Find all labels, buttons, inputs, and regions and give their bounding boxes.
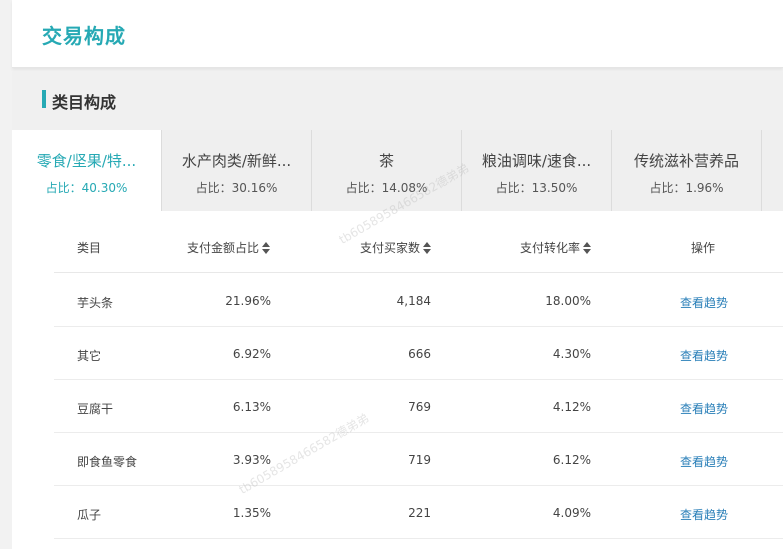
- tab-name: 粮油调味/速食...: [481, 152, 592, 170]
- column-header-label: 支付买家数: [360, 241, 421, 255]
- cell-conversion: 4.30%: [552, 347, 591, 361]
- table-row: 豆腐干 6.13% 769 4.12% 查看趋势: [54, 380, 783, 433]
- column-header-category: 类目: [77, 241, 102, 255]
- column-header-action: 操作: [691, 241, 716, 255]
- column-header-buyers[interactable]: 支付买家数: [360, 239, 432, 256]
- cell-conversion: 18.00%: [545, 294, 591, 308]
- tab-overflow-stub: [762, 130, 783, 211]
- column-header-label: 支付金额占比: [187, 241, 260, 255]
- tab-name: 水产肉类/新鲜...: [181, 152, 292, 170]
- view-trend-link[interactable]: 查看趋势: [680, 400, 728, 417]
- cell-category: 瓜子: [77, 508, 102, 522]
- view-trend-link[interactable]: 查看趋势: [680, 347, 728, 364]
- cell-pay-amount-ratio: 21.96%: [225, 294, 271, 308]
- sort-icon: [583, 242, 592, 254]
- tab-snacks[interactable]: 零食/坚果/特... 占比：40.30%: [12, 130, 162, 212]
- section-header: 类目构成: [12, 72, 783, 130]
- cell-conversion: 4.12%: [552, 400, 591, 414]
- tab-tonic[interactable]: 传统滋补营养品 占比：1.96%: [612, 130, 762, 211]
- table-header: 类目 支付金额占比 支付买家数 支付转化率 操作: [54, 211, 783, 273]
- cell-buyers: 221: [408, 506, 431, 520]
- table-row: 即食鱼零食 3.93% 719 6.12% 查看趋势: [54, 433, 783, 486]
- tab-ratio: 占比：40.30%: [45, 181, 128, 195]
- tab-tea[interactable]: 茶 占比：14.08%: [312, 130, 462, 211]
- sort-icon: [423, 242, 432, 254]
- table-row: 芋头条 21.96% 4,184 18.00% 查看趋势: [54, 274, 783, 327]
- table-row: 瓜子 1.35% 221 4.09% 查看趋势: [54, 486, 783, 539]
- cell-pay-amount-ratio: 3.93%: [232, 453, 271, 467]
- cell-category: 即食鱼零食: [77, 455, 138, 469]
- tab-name: 传统滋补营养品: [633, 152, 739, 170]
- cell-category: 芋头条: [77, 296, 114, 310]
- cell-conversion: 6.12%: [552, 453, 591, 467]
- tab-grain-oil[interactable]: 粮油调味/速食... 占比：13.50%: [462, 130, 612, 211]
- column-header-label: 支付转化率: [520, 241, 581, 255]
- tab-name: 茶: [378, 152, 394, 170]
- tab-ratio: 占比：1.96%: [649, 181, 724, 195]
- cell-buyers: 719: [408, 453, 431, 467]
- view-trend-link[interactable]: 查看趋势: [680, 453, 728, 470]
- tab-ratio: 占比：30.16%: [195, 181, 278, 195]
- category-table: 类目 支付金额占比 支付买家数 支付转化率 操作 芋头条 21.96% 4,18…: [12, 211, 783, 549]
- sort-icon: [262, 242, 271, 254]
- cell-pay-amount-ratio: 6.13%: [232, 400, 271, 414]
- cell-category: 豆腐干: [77, 402, 114, 416]
- tab-ratio: 占比：14.08%: [345, 181, 428, 195]
- view-trend-link[interactable]: 查看趋势: [680, 294, 728, 311]
- category-tabs: 零食/坚果/特... 占比：40.30% 水产肉类/新鲜... 占比：30.16…: [12, 130, 783, 212]
- section-title: 类目构成: [52, 93, 117, 112]
- column-header-pay-amount-ratio[interactable]: 支付金额占比: [187, 239, 271, 256]
- section-accent-bar: [42, 90, 46, 108]
- cell-conversion: 4.09%: [552, 506, 591, 520]
- page-title: 交易构成: [42, 24, 126, 48]
- view-trend-link[interactable]: 查看趋势: [680, 506, 728, 523]
- cell-buyers: 666: [408, 347, 431, 361]
- tab-ratio: 占比：13.50%: [495, 181, 578, 195]
- cell-pay-amount-ratio: 1.35%: [232, 506, 271, 520]
- cell-category: 其它: [77, 349, 102, 363]
- table-row: 其它 6.92% 666 4.30% 查看趋势: [54, 327, 783, 380]
- cell-pay-amount-ratio: 6.92%: [232, 347, 271, 361]
- cell-buyers: 769: [408, 400, 431, 414]
- tab-seafood-meat[interactable]: 水产肉类/新鲜... 占比：30.16%: [162, 130, 312, 211]
- tab-name: 零食/坚果/特...: [36, 152, 137, 170]
- column-header-conversion[interactable]: 支付转化率: [520, 239, 592, 256]
- page-header: 交易构成: [12, 0, 783, 68]
- cell-buyers: 4,184: [396, 294, 431, 308]
